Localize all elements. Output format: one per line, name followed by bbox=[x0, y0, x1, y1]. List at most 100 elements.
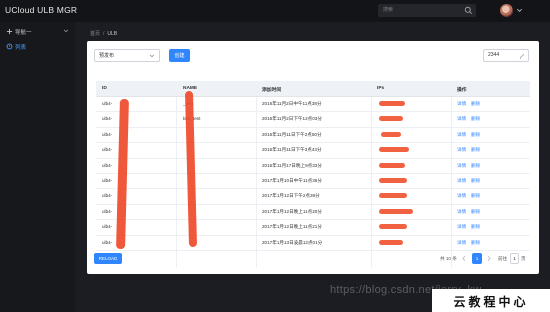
environment-select[interactable]: 预发布 bbox=[94, 49, 160, 62]
breadcrumb-home[interactable]: 首页 bbox=[90, 31, 100, 37]
delete-link[interactable]: 删除 bbox=[471, 178, 480, 184]
cell-created: 2016年11月17日晚上9点33分 bbox=[262, 162, 322, 168]
corner-badge: 云教程中心 bbox=[432, 289, 550, 312]
table-row: ulb4-_test2016年11月2日中午11点38分详情删除 bbox=[96, 97, 530, 113]
search-icon[interactable] bbox=[464, 6, 473, 15]
column-header-id: ID bbox=[102, 86, 107, 91]
create-button[interactable]: 创建 bbox=[169, 49, 190, 62]
cell-created: 2016年11月2日下午12点03分 bbox=[262, 116, 322, 122]
cell-id: ulb4- bbox=[102, 101, 113, 106]
delete-link[interactable]: 删除 bbox=[471, 116, 480, 122]
chevron-down-icon bbox=[63, 29, 69, 33]
delete-link[interactable]: 删除 bbox=[471, 193, 480, 199]
chevron-right-icon[interactable] bbox=[486, 255, 492, 262]
number-input-value: 2344 bbox=[488, 52, 500, 58]
table-row: ulb4- 2017年1月12日晚上11点21分 详情 删除 bbox=[96, 220, 530, 236]
chevron-down-icon bbox=[149, 54, 155, 58]
app-window: UCloud ULB MGR 搜索 导航一 列表 首页 / ULB 预发布 创建… bbox=[0, 0, 550, 312]
detail-link[interactable]: 详情 bbox=[457, 178, 466, 184]
goto-page-input[interactable]: 1 bbox=[510, 253, 519, 264]
top-bar: UCloud ULB MGR 搜索 bbox=[0, 0, 550, 22]
delete-link[interactable]: 删除 bbox=[471, 147, 480, 153]
detail-link[interactable]: 详情 bbox=[457, 224, 466, 230]
ip-redaction bbox=[379, 147, 409, 153]
breadcrumb-current: ULB bbox=[107, 31, 118, 37]
cell-created: 2017年1月10日中午11点36分 bbox=[262, 177, 322, 183]
sidebar-item-label: 列表 bbox=[15, 45, 27, 51]
column-header-ips: IPs bbox=[377, 86, 385, 91]
cell-created: 2016年11月2日中午11点38分 bbox=[262, 101, 322, 106]
column-header-created: 添加时间 bbox=[262, 88, 282, 93]
ip-redaction bbox=[379, 162, 405, 168]
ulb-table: ID NAME 添加时间 IPs 操作 ulb4-_test2016年11月2日… bbox=[96, 81, 530, 267]
ip-redaction bbox=[379, 224, 407, 230]
detail-link[interactable]: 详情 bbox=[457, 132, 466, 138]
cell-created: 2017年1月12日晚上11点20分 bbox=[262, 208, 322, 214]
ip-redaction bbox=[379, 116, 403, 122]
page-number: 1 bbox=[475, 256, 479, 261]
page-button-current[interactable]: 1 bbox=[472, 253, 482, 264]
table-row: ulb4- 2017年1月12日晚上11点20分 详情 删除 bbox=[96, 205, 530, 221]
cell-id: ulb4- bbox=[102, 131, 113, 137]
cell-created: 2016年11月11日下午3点43分 bbox=[262, 147, 322, 153]
chevron-left-icon[interactable] bbox=[461, 255, 467, 262]
delete-link[interactable]: 删除 bbox=[471, 101, 480, 107]
ip-redaction bbox=[379, 193, 407, 199]
list-icon bbox=[6, 43, 13, 50]
reload-button-label: RELOAD bbox=[98, 256, 118, 261]
sidebar-item-nav-one[interactable]: 导航一 bbox=[0, 25, 75, 38]
app-title: UCloud ULB MGR bbox=[5, 5, 78, 15]
detail-link[interactable]: 详情 bbox=[457, 163, 466, 169]
ip-redaction bbox=[379, 239, 403, 245]
avatar[interactable] bbox=[500, 4, 513, 17]
table-row: ulb4- 2017年1月13日凌晨12点01分 详情 删除 bbox=[96, 236, 530, 251]
cell-id: ulb4- bbox=[102, 239, 113, 245]
table-row: ulb4- 2016年11月11日下午2点50分 详情 删除 bbox=[96, 128, 530, 144]
detail-link[interactable]: 详情 bbox=[457, 101, 466, 107]
column-header-actions: 操作 bbox=[457, 88, 467, 93]
cell-created: 2017年1月13日凌晨12点01分 bbox=[262, 239, 323, 245]
table-row: ulb4- 2016年11月17日晚上9点33分 详情 删除 bbox=[96, 159, 530, 174]
ip-redaction bbox=[381, 131, 401, 137]
goto-page-value: 1 bbox=[513, 256, 516, 261]
delete-link[interactable]: 删除 bbox=[471, 224, 480, 230]
ip-redaction bbox=[379, 208, 413, 214]
total-count: 共 10 条 bbox=[440, 256, 457, 261]
search-input[interactable]: 搜索 bbox=[378, 4, 476, 17]
edit-icon[interactable] bbox=[519, 53, 525, 59]
plus-icon bbox=[6, 28, 13, 35]
chevron-down-icon[interactable] bbox=[516, 7, 523, 14]
ip-redaction bbox=[379, 177, 407, 183]
create-button-label: 创建 bbox=[174, 53, 185, 59]
delete-link[interactable]: 删除 bbox=[471, 163, 480, 169]
goto-suffix: 页 bbox=[521, 256, 526, 261]
delete-link[interactable]: 删除 bbox=[471, 132, 480, 138]
table-row: ulb4- 2017年1月10日中午11点36分 详情 删除 bbox=[96, 174, 530, 190]
table-header: ID NAME 添加时间 IPs 操作 bbox=[96, 81, 530, 97]
cell-id: ulb4- bbox=[102, 208, 113, 214]
cell-created: 2017年1月12日下午2点39分 bbox=[262, 193, 320, 199]
cell-id: ulb4- bbox=[102, 177, 113, 183]
sidebar-item-label: 导航一 bbox=[15, 30, 32, 36]
sidebar: 导航一 列表 bbox=[0, 22, 75, 312]
table-row: ulb4-bbs_test2016年11月2日下午12点03分详情删除 bbox=[96, 112, 530, 128]
number-input[interactable]: 2344 bbox=[483, 49, 529, 62]
table-row: ulb4- 2017年1月12日下午2点39分 详情 删除 bbox=[96, 189, 530, 205]
cell-id: ulb4- bbox=[102, 162, 113, 168]
detail-link[interactable]: 详情 bbox=[457, 240, 466, 246]
table-body: ulb4-_test2016年11月2日中午11点38分详情删除ulb4-bbs… bbox=[96, 90, 530, 267]
delete-link[interactable]: 删除 bbox=[471, 209, 480, 215]
main-panel: 预发布 创建 2344 ID NAME 添加时间 IPs 操作 ulb4- 20… bbox=[87, 41, 539, 274]
reload-button[interactable]: RELOAD bbox=[94, 253, 122, 264]
detail-link[interactable]: 详情 bbox=[457, 147, 466, 153]
detail-link[interactable]: 详情 bbox=[457, 116, 466, 122]
cell-id: ulb4- bbox=[102, 224, 113, 230]
detail-link[interactable]: 详情 bbox=[457, 193, 466, 199]
cell-created: 2016年11月11日下午2点50分 bbox=[262, 131, 322, 137]
cell-id: ulb4- bbox=[102, 116, 113, 122]
ip-redaction bbox=[379, 101, 405, 106]
detail-link[interactable]: 详情 bbox=[457, 209, 466, 215]
delete-link[interactable]: 删除 bbox=[471, 240, 480, 246]
table-row: ulb4- 2016年11月11日下午3点43分 详情 删除 bbox=[96, 143, 530, 159]
sidebar-item-list[interactable]: 列表 bbox=[0, 40, 75, 53]
